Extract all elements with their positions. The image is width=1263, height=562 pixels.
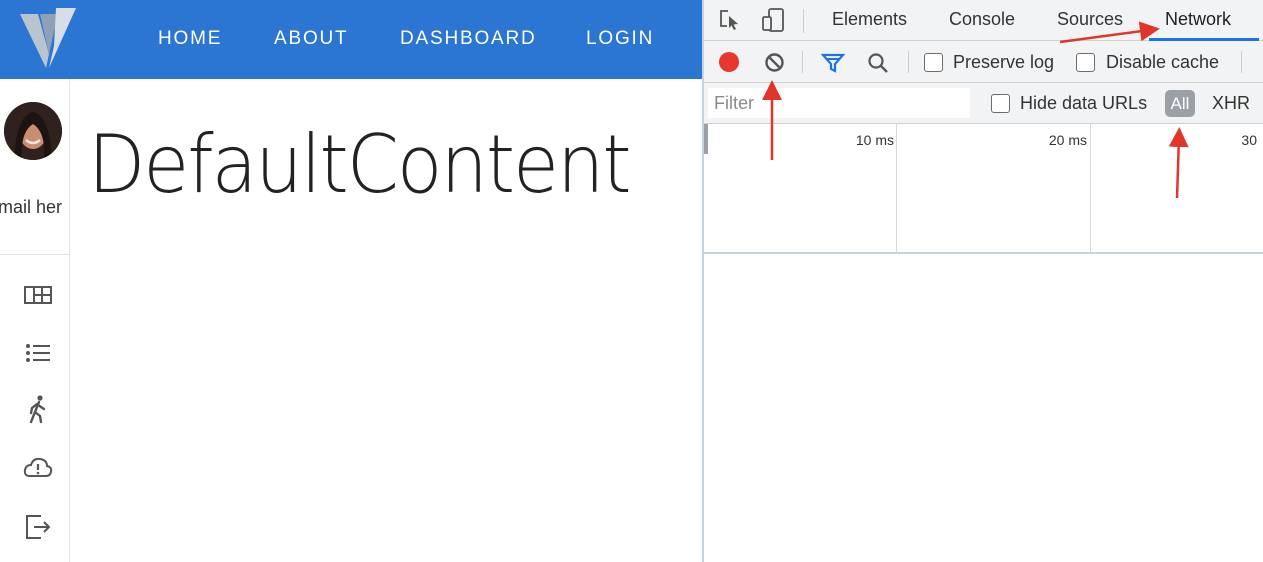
cloud-alert-icon[interactable] (22, 452, 54, 484)
search-icon[interactable] (867, 52, 889, 74)
app-logo[interactable] (18, 6, 80, 74)
avatar[interactable] (4, 102, 62, 160)
disable-cache-label: Disable cache (1106, 52, 1220, 72)
user-email: mail her (0, 197, 63, 217)
timeline-gridline (1090, 124, 1091, 252)
inspect-element-icon[interactable] (718, 8, 742, 32)
requests-list (704, 254, 1263, 562)
filter-input[interactable] (708, 88, 970, 118)
tab-elements[interactable]: Elements (832, 9, 907, 30)
preserve-log-label: Preserve log (953, 52, 1055, 72)
sidebar-divider (0, 254, 69, 255)
timeline-tick-label: 10 ms (855, 132, 894, 148)
network-timeline-overview[interactable]: 10 ms 20 ms 30 (704, 124, 1263, 254)
timeline-tick-label: 30 (1241, 132, 1257, 148)
app-top-bar: HOME ABOUT DASHBOARD LOGIN (0, 0, 702, 79)
nav-dashboard-link[interactable]: DASHBOARD (400, 28, 537, 50)
disable-cache-checkbox[interactable] (1076, 53, 1095, 72)
sidebar: mail her (0, 79, 70, 562)
timeline-tick-label: 20 ms (1048, 132, 1087, 148)
app-window: HOME ABOUT DASHBOARD LOGIN mail her Defa… (0, 0, 702, 562)
tab-console[interactable]: Console (949, 9, 1015, 30)
list-icon[interactable] (22, 337, 54, 369)
devtools-tab-bar: Elements Console Sources Network (704, 0, 1263, 41)
grid-icon[interactable] (22, 279, 54, 311)
nav-home-link[interactable]: HOME (158, 28, 222, 50)
exit-icon[interactable] (22, 511, 54, 543)
walk-icon[interactable] (22, 393, 54, 425)
record-icon[interactable] (718, 51, 740, 73)
preserve-log-checkbox[interactable] (924, 53, 943, 72)
tab-network[interactable]: Network (1165, 9, 1231, 30)
toolbar-separator (803, 9, 804, 33)
device-toolbar-icon[interactable] (760, 7, 786, 33)
toolbar-separator (1241, 51, 1242, 73)
toolbar-separator (908, 51, 909, 73)
tab-sources[interactable]: Sources (1057, 9, 1123, 30)
type-filter-xhr[interactable]: XHR (1212, 93, 1250, 114)
hide-data-urls-label: Hide data URLs (1020, 93, 1148, 113)
page-title: DefaultContent (88, 118, 632, 211)
devtools-panel: Elements Console Sources Network Preserv… (702, 0, 1263, 562)
nav-login-link[interactable]: LOGIN (586, 28, 654, 50)
timeline-handle[interactable] (704, 124, 708, 154)
timeline-gridline (896, 124, 897, 252)
hide-data-urls-checkbox[interactable] (991, 94, 1010, 113)
type-filter-all[interactable]: All (1165, 90, 1195, 117)
nav-about-link[interactable]: ABOUT (274, 28, 348, 50)
filter-icon[interactable] (821, 52, 845, 74)
toolbar-separator (802, 51, 803, 73)
filter-bar: Hide data URLs All XHR (704, 83, 1263, 124)
network-toolbar: Preserve log Disable cache (704, 41, 1263, 83)
clear-icon[interactable] (764, 52, 785, 73)
